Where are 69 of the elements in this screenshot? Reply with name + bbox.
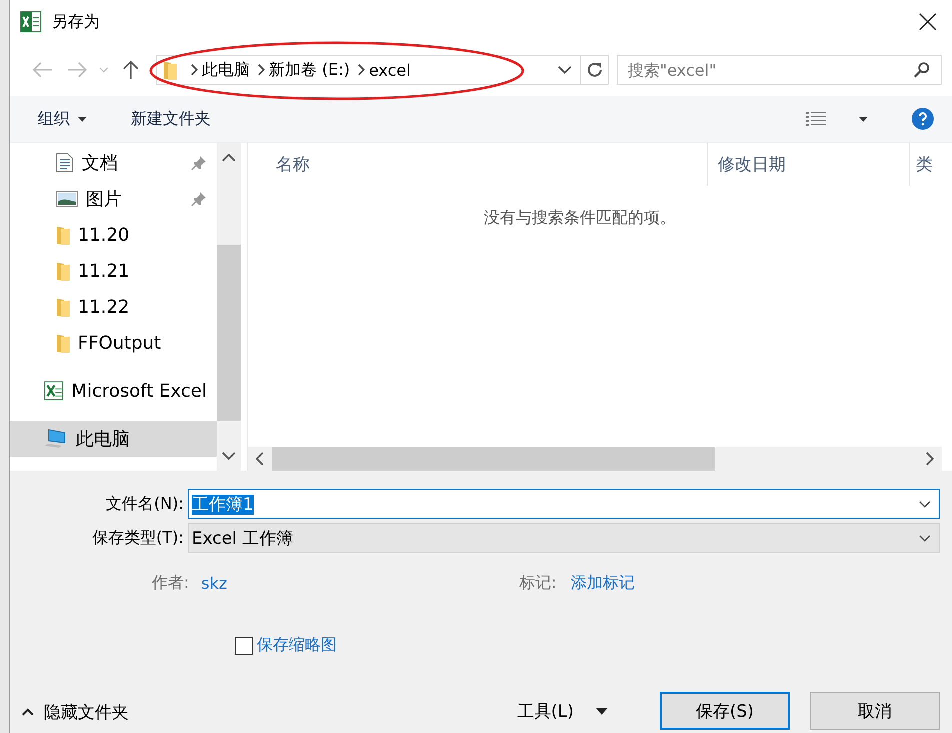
caret-icon: [596, 708, 608, 714]
chevron-icon: [191, 64, 198, 76]
breadcrumb[interactable]: 此电脑: [198, 56, 254, 84]
close-icon: [919, 13, 937, 31]
folder-icon: [56, 261, 70, 281]
nav-item[interactable]: 11.20: [10, 217, 217, 253]
filename-field[interactable]: 工作簿1: [188, 489, 940, 519]
chevron-down-icon: [99, 67, 109, 73]
folder-icon: [163, 60, 177, 80]
filename-label: 文件名(N):: [105, 494, 185, 514]
hide-folders-button[interactable]: 隐藏文件夹: [10, 700, 129, 724]
thumbnail-link[interactable]: 保存缩略图: [257, 635, 337, 656]
file-type-dropdown[interactable]: Excel 工作簿: [188, 523, 940, 553]
window-title: 另存为: [52, 12, 101, 32]
forward-arrow-icon: [67, 62, 87, 78]
tools-menu[interactable]: 工具(L): [511, 698, 614, 724]
chevron-left-icon: [256, 452, 264, 466]
author-label: 作者:: [152, 572, 190, 594]
column-header[interactable]: 类: [910, 143, 952, 186]
nav-item[interactable]: FFOutput: [10, 325, 217, 361]
nav-item[interactable]: Microsoft Excel: [10, 373, 217, 409]
folder-icon: [56, 297, 70, 317]
help-icon: [912, 108, 934, 130]
computer-icon: [44, 429, 68, 449]
caret-icon: [78, 116, 87, 122]
folder-icon: [56, 333, 70, 353]
nav-item[interactable]: 此电脑: [10, 421, 217, 457]
scrollbar-thumb[interactable]: [217, 245, 241, 421]
up-arrow-icon: [123, 60, 139, 80]
folder-icon: [56, 225, 70, 245]
organize-menu[interactable]: 组织: [36, 104, 89, 134]
tags-link[interactable]: 添加标记: [570, 572, 635, 594]
nav-item[interactable]: 11.22: [10, 289, 217, 325]
breadcrumb[interactable]: 新加卷 (E:): [265, 56, 354, 84]
nav-item[interactable]: 11.21: [10, 253, 217, 289]
checkbox[interactable]: [235, 636, 253, 654]
picture-icon: [56, 191, 78, 207]
breadcrumb[interactable]: excel: [365, 56, 415, 84]
scrollbar-thumb[interactable]: [272, 447, 715, 471]
excel-icon: [20, 11, 42, 33]
column-header[interactable]: 名称: [248, 143, 708, 186]
chevron-up-icon: [22, 708, 34, 716]
refresh-icon: [586, 61, 604, 79]
excel-icon: [44, 380, 64, 402]
back-arrow-icon: [33, 62, 53, 78]
chevron-down-icon: [222, 452, 236, 460]
address-bar[interactable]: 此电脑 新加卷 (E:) excel: [156, 55, 609, 85]
file-type-label: 保存类型(T):: [91, 528, 185, 548]
chevron-up-icon: [222, 154, 236, 162]
search-field[interactable]: 搜索"excel": [617, 55, 942, 85]
document-icon: [56, 153, 74, 173]
save-button[interactable]: 保存(S): [660, 692, 790, 730]
empty-message: 没有与搜索条件匹配的项。: [484, 208, 676, 229]
tags-label: 标记:: [519, 572, 557, 594]
search-icon: [914, 62, 930, 78]
nav-item[interactable]: 文档: [10, 145, 217, 181]
caret-icon: [859, 116, 868, 122]
author-link[interactable]: skz: [201, 574, 228, 592]
column-header[interactable]: 修改日期: [708, 143, 910, 186]
new-folder-button[interactable]: 新建文件夹: [129, 104, 213, 134]
chevron-right-icon: [926, 452, 934, 466]
chevron-icon: [358, 64, 366, 76]
nav-item[interactable]: 图片: [10, 181, 217, 217]
cancel-button[interactable]: 取消: [810, 692, 940, 730]
chevron-icon: [258, 64, 265, 76]
dropdown-icon: [919, 500, 931, 508]
list-view-icon: [805, 110, 827, 128]
dropdown-icon: [919, 534, 931, 542]
dropdown-icon: [558, 66, 572, 74]
